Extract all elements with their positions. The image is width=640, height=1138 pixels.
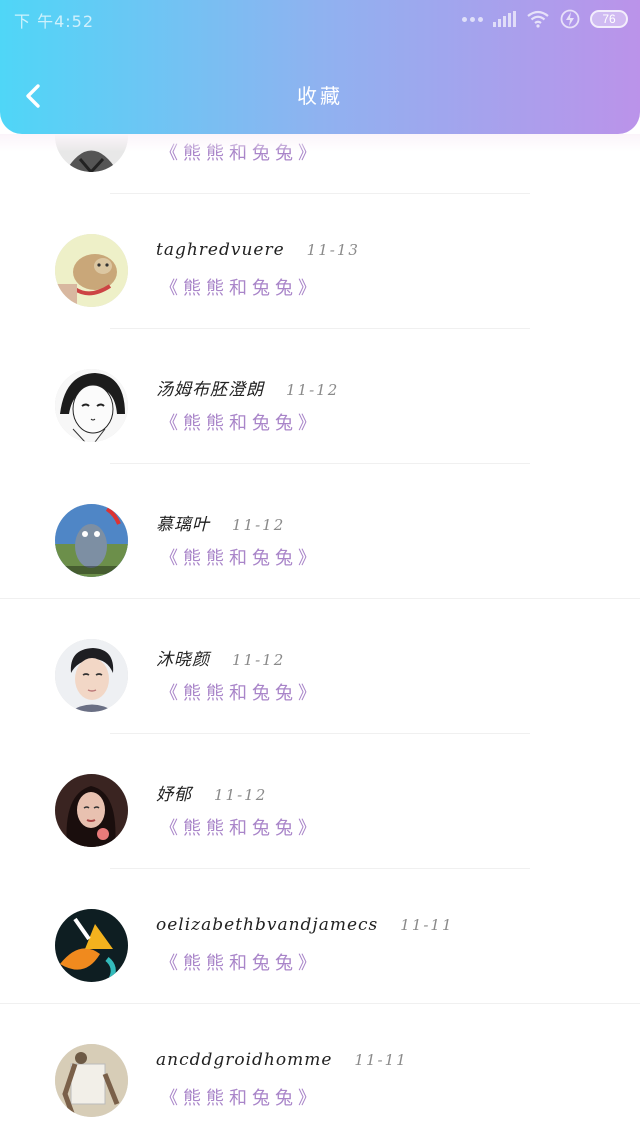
signal-bars-icon <box>493 11 516 27</box>
favorite-date: 11-12 <box>232 651 286 669</box>
wifi-icon <box>527 10 549 28</box>
avatar[interactable] <box>55 504 128 577</box>
signal-dots-icon <box>462 16 483 22</box>
favorite-date: 11-11 <box>354 1051 408 1069</box>
favorite-date: 11-13 <box>306 241 360 259</box>
avatar-icon <box>55 909 128 982</box>
avatar-icon <box>55 504 128 577</box>
story-title[interactable]: 《熊熊和兔兔》 <box>160 544 321 570</box>
user-name: ancddgroidhomme <box>156 1050 333 1070</box>
story-title[interactable]: 《熊熊和兔兔》 <box>160 409 321 435</box>
favorite-date: 11-12 <box>286 381 340 399</box>
name-line: ancddgroidhomme 11-11 <box>156 1050 408 1070</box>
avatar[interactable] <box>55 234 128 307</box>
avatar[interactable] <box>55 1044 128 1117</box>
list-item-3[interactable]: 慕璃叶 11-12 《熊熊和兔兔》 <box>0 464 640 599</box>
battery-icon: 76 <box>590 10 628 28</box>
user-name: 妤郁 <box>156 785 192 805</box>
user-name: 沐晓颜 <box>156 650 210 670</box>
story-title[interactable]: 《熊熊和兔兔》 <box>160 949 321 975</box>
avatar[interactable] <box>55 909 128 982</box>
list-item-6[interactable]: oelizabethbvandjamecs 11-11 《熊熊和兔兔》 <box>0 869 640 1004</box>
story-title[interactable]: 《熊熊和兔兔》 <box>160 814 321 840</box>
header-bar: 下 午4:52 76 收藏 <box>0 0 640 134</box>
user-name: 汤姆布胚澄朗 <box>156 380 264 400</box>
charging-icon <box>560 9 580 29</box>
favorites-list: 《熊熊和兔兔》 taghredvuere 11-13 《熊熊和兔兔》 汤姆布胚澄… <box>0 134 640 1138</box>
list-item-2[interactable]: 汤姆布胚澄朗 11-12 《熊熊和兔兔》 <box>0 329 640 464</box>
list-item-1[interactable]: taghredvuere 11-13 《熊熊和兔兔》 <box>0 194 640 329</box>
list-top-fade <box>0 134 640 152</box>
status-time: 下 午4:52 <box>14 12 95 31</box>
list-item-5[interactable]: 妤郁 11-12 《熊熊和兔兔》 <box>0 734 640 869</box>
status-icons: 76 <box>462 8 628 30</box>
favorite-date: 11-12 <box>214 786 268 804</box>
page-title: 收藏 <box>297 84 343 108</box>
name-line: oelizabethbvandjamecs 11-11 <box>156 915 454 935</box>
user-name: oelizabethbvandjamecs <box>156 915 379 935</box>
avatar-icon <box>55 369 128 442</box>
name-line: 沐晓颜 11-12 <box>156 645 285 670</box>
name-line: 慕璃叶 11-12 <box>156 510 285 535</box>
favorite-date: 11-12 <box>232 516 286 534</box>
favorite-date: 11-11 <box>400 916 454 934</box>
name-line: taghredvuere 11-13 <box>156 240 360 260</box>
status-bar: 下 午4:52 76 <box>0 0 640 40</box>
name-line: 汤姆布胚澄朗 11-12 <box>156 375 339 400</box>
story-title[interactable]: 《熊熊和兔兔》 <box>160 274 321 300</box>
story-title[interactable]: 《熊熊和兔兔》 <box>160 1084 321 1110</box>
avatar-icon <box>55 1044 128 1117</box>
avatar-icon <box>55 774 128 847</box>
story-title[interactable]: 《熊熊和兔兔》 <box>160 679 321 705</box>
list-item-7[interactable]: ancddgroidhomme 11-11 《熊熊和兔兔》 <box>0 1004 640 1138</box>
avatar-icon <box>55 639 128 712</box>
list-item-4[interactable]: 沐晓颜 11-12 《熊熊和兔兔》 <box>0 599 640 734</box>
avatar[interactable] <box>55 639 128 712</box>
avatar[interactable] <box>55 369 128 442</box>
avatar-icon <box>55 234 128 307</box>
user-name: 慕璃叶 <box>156 515 210 535</box>
avatar[interactable] <box>55 774 128 847</box>
name-line: 妤郁 11-12 <box>156 780 267 805</box>
user-name: taghredvuere <box>156 240 285 260</box>
